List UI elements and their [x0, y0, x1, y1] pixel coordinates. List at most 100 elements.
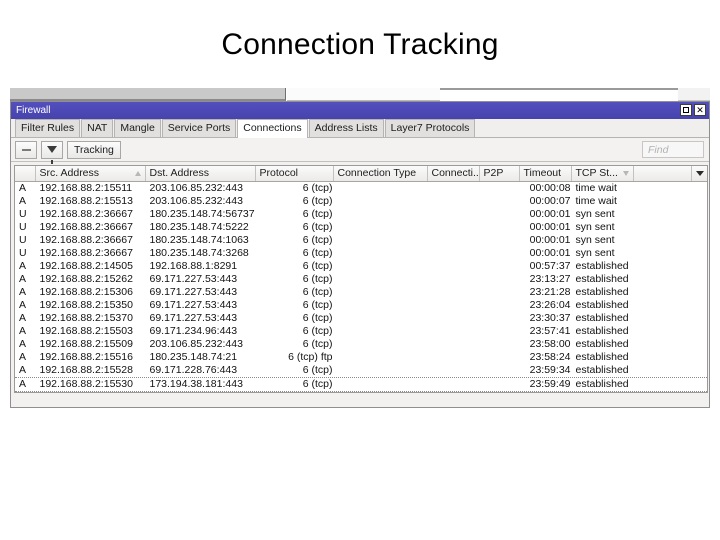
cell-tcp: established — [571, 377, 634, 392]
column-header-timeout[interactable]: Timeout — [519, 166, 572, 182]
cell-ctype — [333, 221, 428, 234]
cell-src: 192.168.88.2:15350 — [35, 299, 146, 312]
cell-dst: 180.235.148.74:21 — [145, 351, 256, 364]
window-titlebar[interactable]: Firewall ✕ — [11, 102, 709, 119]
background-window-e — [440, 88, 678, 101]
column-label: P2P — [483, 167, 504, 179]
column-header-src-address[interactable]: Src. Address — [35, 166, 146, 182]
cell-src: 192.168.88.2:15530 — [35, 377, 146, 392]
filter-button[interactable] — [41, 140, 63, 164]
tab-label: NAT — [87, 121, 108, 134]
cell-ctype — [333, 208, 428, 221]
table-row[interactable]: A 192.168.88.2:15306 69.171.227.53:443 6 (t… — [15, 286, 707, 299]
tab-label: Address Lists — [314, 121, 378, 134]
tracking-button[interactable]: Tracking — [67, 140, 121, 159]
table-row[interactable]: A 192.168.88.2:15530 173.194.38.181:443 6 (… — [15, 377, 707, 392]
table-row[interactable]: U 192.168.88.2:36667 180.235.148.74:3268 6 … — [15, 247, 707, 260]
maximize-button[interactable] — [680, 104, 692, 116]
cell-p2p — [479, 260, 520, 273]
column-label: Src. Address — [39, 167, 100, 179]
table-row[interactable]: U 192.168.88.2:36667 180.235.148.74:1063 6 … — [15, 234, 707, 247]
tab-nat[interactable]: NAT — [81, 119, 114, 137]
column-header-connection-mark[interactable]: Connecti... — [427, 166, 480, 182]
cell-ctrk — [427, 364, 480, 378]
column-label: Timeout — [523, 167, 562, 179]
cell-src: 192.168.88.2:15262 — [35, 273, 146, 286]
cell-timeout: 00:00:07 — [519, 195, 572, 208]
cell-drop — [691, 195, 707, 208]
cell-p2p — [479, 221, 520, 234]
tab-connections[interactable]: Connections — [237, 119, 308, 138]
cell-ctrk — [427, 247, 480, 260]
table-row[interactable]: A 192.168.88.2:14505 192.168.88.1:8291 6 (t… — [15, 260, 707, 273]
cell-tcp: time wait — [571, 181, 634, 195]
cell-proto: 6 (tcp) — [255, 247, 334, 260]
cell-dst: 69.171.234.96:443 — [145, 325, 256, 338]
table-row[interactable]: A 192.168.88.2:15511 203.106.85.232:443 6 (… — [15, 181, 707, 195]
cell-drop — [691, 234, 707, 247]
column-header-tcp-state[interactable]: TCP St... — [571, 166, 634, 182]
cell-ctype — [333, 312, 428, 325]
tab-label: Mangle — [120, 121, 155, 134]
cell-flag: U — [15, 208, 36, 221]
cell-proto: 6 (tcp) — [255, 260, 334, 273]
table-row[interactable]: A 192.168.88.2:15509 203.106.85.232:443 6 (… — [15, 338, 707, 351]
cell-ctype — [333, 234, 428, 247]
tab-address-lists[interactable]: Address Lists — [308, 119, 384, 137]
table-row[interactable]: A 192.168.88.2:15516 180.235.148.74:21 6 (t… — [15, 351, 707, 364]
sort-descending-icon — [622, 170, 629, 178]
cell-flag: A — [15, 195, 36, 208]
column-header-flag[interactable] — [15, 166, 36, 182]
cell-p2p — [479, 195, 520, 208]
cell-tcp: established — [571, 351, 634, 364]
chevron-down-icon — [695, 170, 704, 176]
table-row[interactable]: U 192.168.88.2:36667 180.235.148.74:56737 6… — [15, 208, 707, 221]
table-row[interactable]: A 192.168.88.2:15350 69.171.227.53:443 6 (t… — [15, 299, 707, 312]
connections-table-container[interactable]: Src. Address Dst. Address Protocol Conne… — [14, 165, 708, 393]
column-header-p2p[interactable]: P2P — [479, 166, 520, 182]
tab-mangle[interactable]: Mangle — [114, 119, 161, 137]
cell-proto: 6 (tcp) ftp — [255, 351, 334, 364]
table-row[interactable]: A 192.168.88.2:15262 69.171.227.53:443 6 (t… — [15, 273, 707, 286]
cell-dst: 180.235.148.74:56737 — [145, 208, 256, 221]
cell-flag: A — [15, 299, 36, 312]
cell-p2p — [479, 247, 520, 260]
table-row[interactable]: A 192.168.88.2:15513 203.106.85.232:443 6 (… — [15, 195, 707, 208]
cell-ctrk — [427, 312, 480, 325]
column-header-protocol[interactable]: Protocol — [255, 166, 334, 182]
cell-timeout: 00:00:08 — [519, 181, 572, 195]
cell-drop — [691, 286, 707, 299]
table-row[interactable]: A 192.168.88.2:15503 69.171.234.96:443 6 (t… — [15, 325, 707, 338]
cell-pad — [633, 181, 692, 195]
cell-tcp: established — [571, 312, 634, 325]
cell-ctype — [333, 299, 428, 312]
cell-flag: A — [15, 312, 36, 325]
cell-pad — [633, 338, 692, 351]
tab-service-ports[interactable]: Service Ports — [161, 119, 237, 137]
cell-ctype — [333, 351, 428, 364]
maximize-icon — [683, 107, 689, 113]
cell-timeout: 00:57:37 — [519, 260, 572, 273]
cell-pad — [633, 299, 692, 312]
cell-src: 192.168.88.2:15509 — [35, 338, 146, 351]
tab-label: Connections — [243, 122, 302, 135]
close-button[interactable]: ✕ — [694, 104, 706, 116]
column-header-dst-address[interactable]: Dst. Address — [145, 166, 256, 182]
remove-button[interactable] — [15, 140, 37, 159]
find-input[interactable]: Find — [642, 141, 704, 158]
cell-pad — [633, 312, 692, 325]
tab-filter-rules[interactable]: Filter Rules — [15, 119, 81, 137]
column-chooser-button[interactable] — [691, 166, 707, 182]
column-header-connection-type[interactable]: Connection Type — [333, 166, 428, 182]
cell-timeout: 23:58:24 — [519, 351, 572, 364]
cell-proto: 6 (tcp) — [255, 208, 334, 221]
table-row[interactable]: A 192.168.88.2:15528 69.171.228.76:443 6 (t… — [15, 364, 707, 378]
tab-layer7-protocols[interactable]: Layer7 Protocols — [384, 119, 476, 137]
table-row[interactable]: U 192.168.88.2:36667 180.235.148.74:5222 6 … — [15, 221, 707, 234]
cell-flag: A — [15, 181, 36, 195]
column-label: Dst. Address — [149, 167, 210, 179]
table-row[interactable]: A 192.168.88.2:15370 69.171.227.53:443 6 (t… — [15, 312, 707, 325]
cell-flag: A — [15, 338, 36, 351]
cell-proto: 6 (tcp) — [255, 234, 334, 247]
cell-drop — [691, 208, 707, 221]
